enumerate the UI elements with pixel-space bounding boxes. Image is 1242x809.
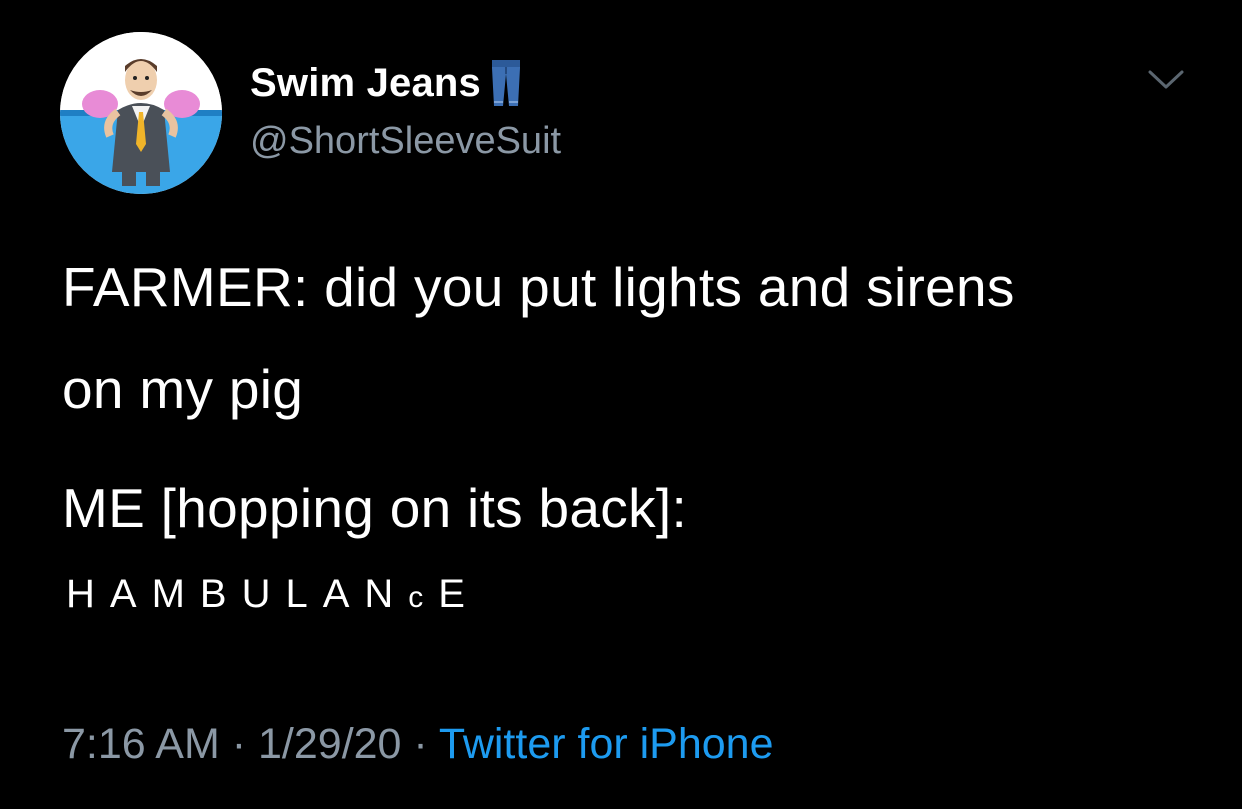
chevron-down-icon[interactable] (1146, 66, 1186, 94)
tweet-text-line-3: ME [hopping on its back]: (62, 477, 688, 539)
meta-separator: · (413, 720, 428, 768)
spaced-text-small: c (408, 581, 439, 614)
avatar[interactable] (60, 32, 222, 194)
meta-separator: · (231, 720, 247, 768)
user-handle[interactable]: @ShortSleeveSuit (250, 120, 561, 163)
tweet-source-link[interactable]: Twitter for iPhone (439, 720, 774, 768)
display-name[interactable]: Swim Jeans (250, 61, 481, 106)
jeans-icon (489, 58, 523, 108)
tweet-text-line-2: on my pig (62, 358, 304, 420)
tweet-meta: 7:16 AM · 1/29/20 · Twitter for iPhone (62, 720, 774, 769)
tweet: Swim Jeans @ShortSleeveSuit FARMER: did … (0, 0, 1242, 809)
tweet-text-line-1: FARMER: did you put lights and sirens (62, 256, 1015, 318)
spaced-text-part-2: E (438, 572, 480, 616)
spaced-text-part-1: HAMBULAN (66, 572, 409, 616)
display-name-row[interactable]: Swim Jeans (250, 58, 523, 108)
tweet-text-spaced: HAMBULANcE (66, 572, 480, 617)
tweet-time[interactable]: 7:16 AM (62, 720, 220, 768)
tweet-date[interactable]: 1/29/20 (258, 720, 401, 768)
cartoon-swimmer-avatar-icon (60, 32, 222, 194)
